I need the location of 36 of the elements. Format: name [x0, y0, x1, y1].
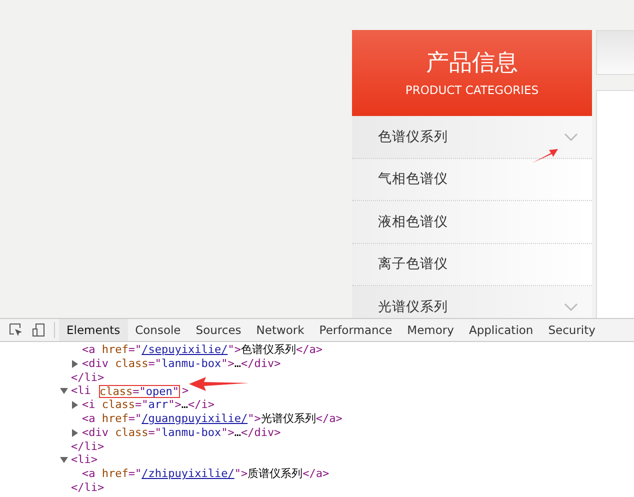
category-item[interactable]: 光谱仪系列	[352, 286, 592, 318]
collapsed-triangle-icon[interactable]	[71, 428, 79, 437]
expanded-triangle-icon[interactable]	[60, 387, 68, 396]
expanded-triangle-icon[interactable]	[60, 456, 68, 464]
devtools-tab[interactable]: Application	[461, 319, 541, 341]
code-line: <div class="lanmu-box">…</div>	[82, 356, 281, 371]
devtools-tab[interactable]: Memory	[400, 319, 462, 341]
code-line: <a href="/zhipuyixilie/">质谱仪系列</a>	[82, 467, 330, 481]
sidebar-subtitle: PRODUCT CATEGORIES	[404, 82, 540, 99]
code-line: <a href="/guangpuyixilie/">光谱仪系列</a>	[82, 412, 342, 426]
chevron-down-icon	[564, 132, 578, 141]
inspect-icon[interactable]	[9, 323, 23, 337]
code-line: <li>	[71, 453, 98, 468]
chevron-down-icon	[564, 302, 578, 311]
subcategory-item[interactable]: 离子色谱仪	[352, 244, 592, 286]
code-line: </li>	[71, 440, 104, 454]
devtools-tab[interactable]: Sources	[188, 319, 249, 341]
device-icon[interactable]	[32, 323, 46, 337]
category-item[interactable]: 色谱仪系列	[352, 116, 592, 158]
devtools-tab[interactable]: Console	[128, 319, 188, 341]
code-line: </li>	[71, 370, 104, 384]
collapsed-triangle-icon[interactable]	[71, 401, 79, 410]
devtools-tab[interactable]: Elements	[59, 319, 128, 341]
code-line: <a href="/sepuyixilie/">色谱仪系列</a>	[82, 343, 322, 357]
subcategory-item[interactable]: 气相色谱仪	[352, 158, 592, 201]
code-line: <div class="lanmu-box">…</div>	[82, 426, 281, 440]
devtools-tab[interactable]: Network	[248, 319, 312, 341]
devtools-tab[interactable]: Security	[540, 319, 603, 341]
code-line: <i class="arr">…</i>	[82, 398, 214, 412]
code-line: <li class="open" >	[71, 384, 189, 398]
subcategory-item[interactable]: 液相色谱仪	[352, 201, 592, 244]
code-line: </li>	[71, 480, 104, 495]
sidebar-title: 产品信息	[425, 49, 519, 78]
devtools-tab[interactable]: Performance	[312, 319, 400, 341]
panel-header	[596, 30, 634, 75]
collapsed-triangle-icon[interactable]	[71, 360, 79, 368]
